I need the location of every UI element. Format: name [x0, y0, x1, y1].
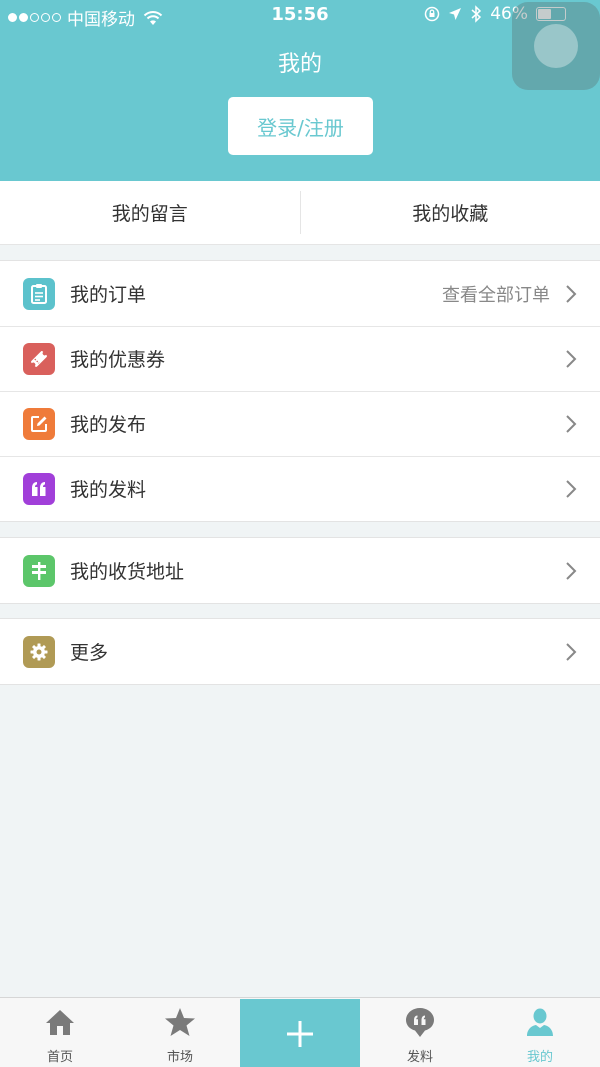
menu-item-label: 我的发布 [70, 414, 147, 436]
tab-label: 市场 [166, 1050, 193, 1065]
user-icon [527, 1008, 553, 1036]
header: 中国移动 15:56 46% 我的 登录/注册 [0, 0, 600, 181]
publish-plus-button[interactable] [240, 999, 360, 1067]
tab-mine[interactable]: 我的 [480, 998, 600, 1067]
chevron-right-icon [566, 414, 577, 433]
signpost-icon [23, 554, 55, 587]
menu-item-publish[interactable]: 我的发布 [0, 391, 600, 456]
tab-home[interactable]: 首页 [0, 998, 120, 1067]
tab-label: 首页 [46, 1050, 73, 1065]
clipboard-icon [23, 277, 55, 310]
location-icon [449, 8, 462, 20]
bluetooth-icon [471, 5, 482, 23]
star-icon [165, 1008, 195, 1036]
chevron-right-icon [566, 349, 577, 368]
menu-item-material[interactable]: 我的发料 [0, 456, 600, 521]
menu-group-address: 我的收货地址 [0, 537, 600, 604]
login-register-button[interactable]: 登录/注册 [228, 97, 373, 155]
rotation-lock-icon [424, 6, 440, 22]
quote-bubble-icon [406, 1008, 434, 1037]
menu-item-coupons[interactable]: 我的优惠券 [0, 326, 600, 391]
plus-icon [287, 1020, 313, 1047]
home-icon [46, 1010, 74, 1035]
menu-group-more: 更多 [0, 618, 600, 685]
tab-material[interactable]: 发料 [360, 998, 480, 1067]
chevron-right-icon [566, 479, 577, 498]
edit-icon [23, 407, 55, 440]
bottom-tab-bar: 首页 市场 发料 我的 [0, 997, 600, 1067]
tab-label: 我的 [526, 1050, 553, 1065]
menu-group-main: 我的订单 查看全部订单 我的优惠券 我的发布 我的发料 [0, 260, 600, 522]
tab-label: 发料 [406, 1050, 433, 1065]
view-all-orders-link[interactable]: 查看全部订单 [442, 281, 550, 307]
my-messages-button[interactable]: 我的留言 [0, 181, 300, 244]
chevron-right-icon [566, 642, 577, 661]
quote-icon [23, 472, 55, 505]
my-favorites-button[interactable]: 我的收藏 [301, 181, 600, 244]
menu-item-label: 我的订单 [70, 284, 147, 306]
menu-item-more[interactable]: 更多 [0, 619, 600, 684]
menu-item-label: 我的收货地址 [70, 561, 185, 583]
ticket-icon [23, 342, 55, 375]
gear-icon [23, 635, 55, 668]
menu-item-label: 我的优惠券 [70, 349, 166, 371]
chevron-right-icon [566, 284, 577, 303]
page-title: 我的 [277, 52, 322, 77]
status-bar: 中国移动 15:56 46% [0, 0, 600, 30]
quick-tabs: 我的留言 我的收藏 [0, 181, 600, 245]
chevron-right-icon [566, 561, 577, 580]
menu-item-orders[interactable]: 我的订单 查看全部订单 [0, 261, 600, 326]
menu-item-label: 我的发料 [70, 479, 147, 501]
menu-item-address[interactable]: 我的收货地址 [0, 538, 600, 603]
menu-item-label: 更多 [70, 642, 109, 664]
tab-market[interactable]: 市场 [120, 998, 240, 1067]
